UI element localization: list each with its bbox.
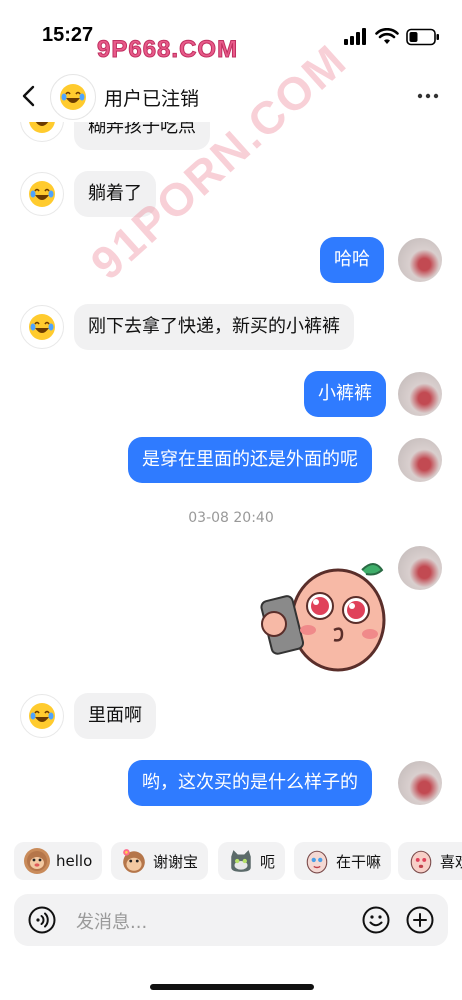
message-text: 躺着了 [88,183,142,204]
quick-reply-chip[interactable]: 喜欢 [398,842,462,880]
my-avatar[interactable] [398,238,442,282]
quick-reply-bar[interactable]: hello 谢谢宝 呃 在干嘛 喜欢 [0,840,462,884]
my-avatar[interactable] [398,372,442,416]
message-input-bar: 发消息... [14,894,448,946]
message-bubble-outgoing[interactable]: 小裤裤 [304,371,386,417]
message-text: 小裤裤 [318,383,372,404]
message-text: 糊弄孩子吃点 [88,122,196,137]
quick-reply-label: 呃 [260,852,276,871]
quick-reply-chip[interactable]: 呃 [218,842,286,880]
laughing-emoji-icon [29,181,55,207]
laughing-emoji-icon [29,703,55,729]
message-text: 里面啊 [88,705,142,726]
laughing-emoji-icon [29,314,55,340]
emoji-icon[interactable] [362,906,390,934]
wifi-icon [375,28,399,44]
add-icon[interactable] [406,906,434,934]
chat-messages[interactable]: 糊弄孩子吃点 躺着了 哈哈 刚下去拿了快递，新买的小裤裤 小裤裤 是穿在里面的还… [0,122,462,830]
quick-reply-label: 在干嘛 [336,852,382,871]
battery-icon [406,28,439,46]
message-text: 是穿在里面的还是外面的呢 [142,449,358,470]
message-timestamp: 03-08 20:40 [188,510,274,526]
message-text: 哈哈 [334,249,370,270]
cat-icon [228,848,254,874]
message-bubble-outgoing[interactable]: 哟，这次买的是什么样子的 [128,760,372,806]
message-bubble-incoming[interactable]: 刚下去拿了快递，新买的小裤裤 [74,304,354,350]
message-bubble-incoming[interactable]: 糊弄孩子吃点 [74,122,210,150]
doll-icon [304,848,330,874]
quick-reply-label: 谢谢宝 [153,852,199,871]
quick-reply-label: 喜欢 [440,852,462,871]
message-bubble-outgoing[interactable]: 是穿在里面的还是外面的呢 [128,437,372,483]
quick-reply-label: hello [56,852,93,870]
my-avatar[interactable] [398,761,442,805]
sticker-image[interactable] [258,554,390,676]
message-text: 哟，这次买的是什么样子的 [142,772,358,793]
contact-message-avatar[interactable] [20,122,64,142]
quick-reply-chip[interactable]: hello [14,842,103,880]
message-bubble-incoming[interactable]: 里面啊 [74,693,156,739]
status-time: 15:27 [42,24,94,46]
laughing-emoji-icon [29,122,55,133]
contact-message-avatar[interactable] [20,694,64,738]
monkey-icon [24,848,50,874]
quick-reply-chip[interactable]: 在干嘛 [294,842,392,880]
more-options-icon[interactable] [416,86,440,106]
home-indicator[interactable] [150,984,314,990]
voice-input-icon[interactable] [28,906,56,934]
doll-pink-icon [408,848,434,874]
signal-icon [344,28,366,45]
monkey-flower-icon [121,848,147,874]
message-input-field[interactable]: 发消息... [76,908,147,934]
status-bar: 15:27 9P668.COM [0,0,462,70]
laughing-emoji-icon [60,84,86,110]
contact-message-avatar[interactable] [20,172,64,216]
my-avatar[interactable] [398,546,442,590]
message-bubble-outgoing[interactable]: 哈哈 [320,237,384,283]
watermark-top: 9P668.COM [96,36,239,64]
message-bubble-incoming[interactable]: 躺着了 [74,171,156,217]
back-arrow-icon[interactable] [18,84,42,108]
contact-name: 用户已注销 [104,88,200,110]
contact-message-avatar[interactable] [20,305,64,349]
message-text: 刚下去拿了快递，新买的小裤裤 [88,316,340,337]
my-avatar[interactable] [398,438,442,482]
contact-avatar[interactable] [50,74,96,120]
chat-header: 用户已注销 [0,70,462,122]
quick-reply-chip[interactable]: 谢谢宝 [111,842,209,880]
